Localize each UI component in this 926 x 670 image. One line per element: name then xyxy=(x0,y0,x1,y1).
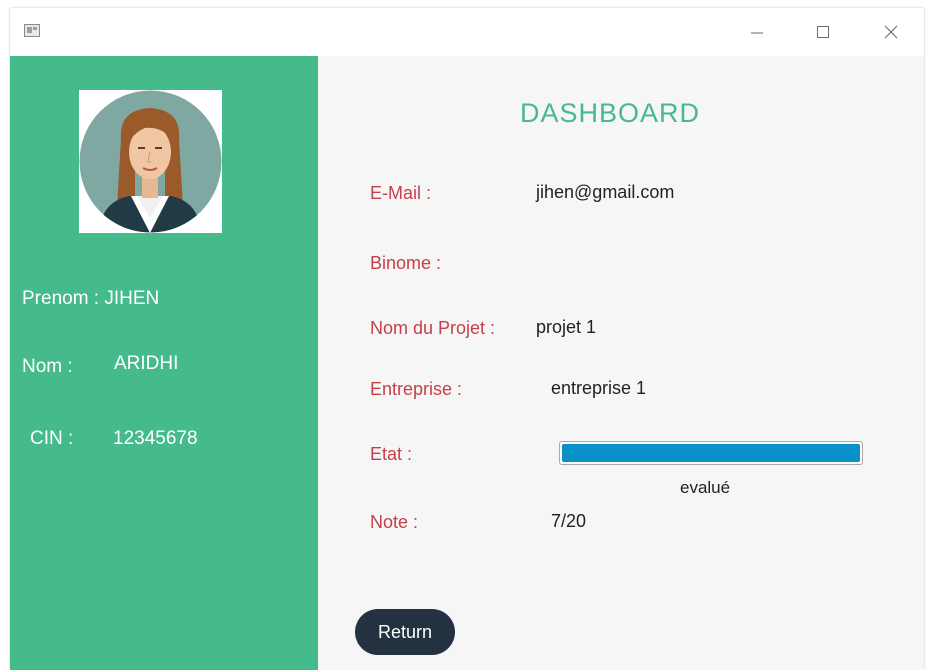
etat-label: Etat : xyxy=(370,444,413,464)
projet-value: projet 1 xyxy=(536,317,597,337)
avatar xyxy=(79,90,222,233)
app-window: Prenom : JIHEN Nom : ARIDHI CIN : 123456… xyxy=(10,8,924,670)
note-value: 7/20 xyxy=(551,511,587,531)
nom-value: ARIDHI xyxy=(114,353,179,374)
entreprise-value: entreprise 1 xyxy=(551,378,647,398)
email-value: jihen@gmail.com xyxy=(536,182,675,202)
progress-fill xyxy=(562,444,860,462)
etat-progress-bar xyxy=(559,441,863,465)
title-bar[interactable] xyxy=(10,8,924,56)
projet-label: Nom du Projet : xyxy=(370,318,496,338)
woman-avatar-icon xyxy=(79,90,222,233)
minimize-button[interactable] xyxy=(734,14,780,50)
close-icon xyxy=(884,25,898,39)
prenom-value: JIHEN xyxy=(104,288,160,309)
entreprise-label: Entreprise : xyxy=(370,379,463,399)
dashboard-panel: DASHBOARD E-Mail : jihen@gmail.com Binom… xyxy=(318,56,924,670)
maximize-button[interactable] xyxy=(800,14,846,50)
close-button[interactable] xyxy=(868,14,914,50)
binome-label: Binome : xyxy=(370,253,442,273)
prenom-label: Prenom : xyxy=(22,288,100,309)
app-icon xyxy=(24,24,40,37)
page-title: DASHBOARD xyxy=(520,98,701,128)
cin-value: 12345678 xyxy=(113,428,198,449)
maximize-icon xyxy=(817,26,829,38)
note-label: Note : xyxy=(370,512,419,532)
minimize-icon xyxy=(751,32,763,34)
return-button[interactable]: Return xyxy=(355,609,455,655)
etat-status: evalué xyxy=(680,478,731,497)
profile-sidebar: Prenom : JIHEN Nom : ARIDHI CIN : 123456… xyxy=(10,56,318,670)
nom-label: Nom : xyxy=(22,356,73,377)
email-label: E-Mail : xyxy=(370,183,432,203)
cin-label: CIN : xyxy=(30,428,74,449)
